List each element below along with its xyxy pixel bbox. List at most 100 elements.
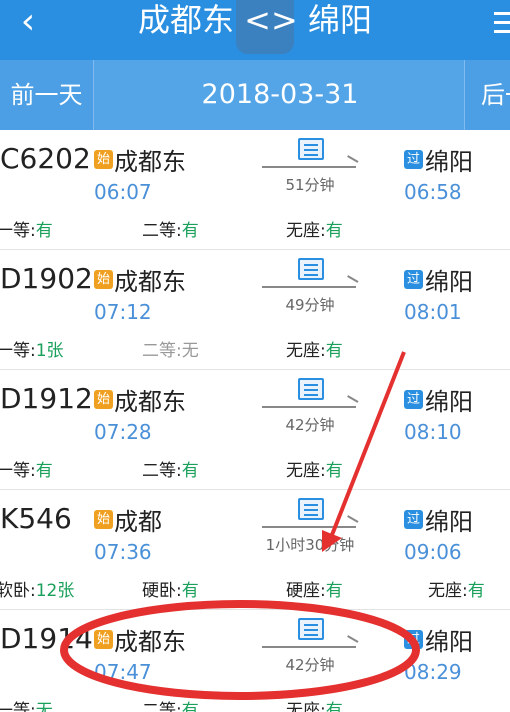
arrival-time: 08:10 bbox=[404, 420, 462, 444]
seat-availability: 二等:有 bbox=[142, 216, 199, 241]
trip-duration: 42分钟 bbox=[285, 416, 335, 434]
seat-availability: 软卧:12张 bbox=[0, 576, 74, 601]
seat-availability: 一等:无 bbox=[0, 696, 53, 712]
menu-button[interactable] bbox=[488, 6, 510, 36]
seat-count: 有 bbox=[181, 581, 199, 601]
seat-availability: 无座:有 bbox=[286, 456, 343, 481]
seat-count: 有 bbox=[35, 461, 53, 481]
seat-class-label: 软卧: bbox=[0, 581, 36, 601]
departure-station: 成都东 bbox=[114, 148, 186, 176]
arrival-time: 08:29 bbox=[404, 660, 462, 684]
origin-badge: 始 bbox=[94, 150, 113, 169]
origin-badge: 始 bbox=[94, 630, 113, 649]
date-bar: 前一天 2018-03-31 后一天 bbox=[0, 60, 510, 130]
origin-badge: 始 bbox=[94, 510, 113, 529]
date-selector[interactable]: 2018-03-31 bbox=[94, 60, 466, 130]
train-number: K546 bbox=[0, 502, 72, 535]
timetable-icon[interactable] bbox=[298, 498, 324, 520]
seat-count: 1张 bbox=[35, 341, 64, 361]
seat-class-label: 二等: bbox=[142, 701, 182, 712]
train-row[interactable]: C6202 始成都东 06:07 51分钟过绵阳 06:58 一等:有 二等:有 无座:有 bbox=[0, 130, 510, 250]
seat-class-label: 无座: bbox=[286, 701, 326, 712]
trip-duration: 42分钟 bbox=[285, 656, 335, 674]
timetable-icon[interactable] bbox=[298, 618, 324, 640]
pass-badge: 过 bbox=[404, 630, 423, 649]
seat-count: 有 bbox=[467, 581, 485, 601]
arrival-station: 绵阳 bbox=[425, 268, 473, 296]
seat-availability: 硬卧:有 bbox=[142, 576, 199, 601]
seat-availability: 二等:无 bbox=[142, 336, 199, 361]
arrow-right-icon bbox=[262, 406, 356, 408]
seat-class-label: 二等: bbox=[142, 341, 182, 361]
train-row[interactable]: D1914 始成都东 07:47 42分钟过绵阳 08:29 一等:无 二等:有 无座:有 bbox=[0, 610, 510, 712]
seat-availability: 无座:有 bbox=[286, 216, 343, 241]
origin-badge: 始 bbox=[94, 390, 113, 409]
pass-badge: 过 bbox=[404, 390, 423, 409]
prev-day-button[interactable]: 前一天 bbox=[0, 60, 94, 130]
seat-count: 有 bbox=[181, 461, 199, 481]
arrival-station: 绵阳 bbox=[425, 628, 473, 656]
seat-count: 12张 bbox=[35, 581, 75, 601]
seat-class-label: 无座: bbox=[428, 581, 468, 601]
seat-count: 有 bbox=[181, 221, 199, 241]
trip-duration: 1小时30分钟 bbox=[265, 536, 355, 554]
next-day-button[interactable]: 后一天 bbox=[464, 60, 510, 130]
arrival-time: 06:58 bbox=[404, 180, 462, 204]
pass-badge: 过 bbox=[404, 510, 423, 529]
pass-badge: 过 bbox=[404, 270, 423, 289]
departure-station: 成都东 bbox=[114, 388, 186, 416]
seat-availability: 一等:有 bbox=[0, 456, 53, 481]
train-row[interactable]: K546 始成都 07:36 1小时30分钟过绵阳 09:06 软卧:12张 硬卧:有 硬座:… bbox=[0, 490, 510, 610]
seat-availability: 无座:有 bbox=[428, 576, 485, 601]
seat-availability: 一等:有 bbox=[0, 216, 53, 241]
arrival-time: 09:06 bbox=[404, 540, 462, 564]
seat-availability: 无座:有 bbox=[286, 696, 343, 712]
arrow-right-icon bbox=[262, 286, 356, 288]
seat-count: 无 bbox=[35, 701, 53, 712]
chevron-left-icon: ‹ bbox=[20, 1, 36, 42]
seat-class-label: 二等: bbox=[142, 461, 182, 481]
train-number: D1914 bbox=[0, 622, 93, 655]
seat-class-label: 硬座: bbox=[286, 581, 326, 601]
arrival-station: 绵阳 bbox=[425, 388, 473, 416]
back-button[interactable]: ‹ bbox=[6, 0, 50, 60]
pass-badge: 过 bbox=[404, 150, 423, 169]
origin-badge: 始 bbox=[94, 270, 113, 289]
timetable-icon[interactable] bbox=[298, 378, 324, 400]
seat-class-label: 硬卧: bbox=[142, 581, 182, 601]
seat-class-label: 无座: bbox=[286, 221, 326, 241]
trip-duration: 49分钟 bbox=[285, 296, 335, 314]
train-number: C6202 bbox=[0, 142, 91, 175]
list-menu-icon-bar bbox=[494, 21, 510, 24]
arrow-right-icon bbox=[262, 646, 356, 648]
seat-class-label: 一等: bbox=[0, 701, 36, 712]
arrival-station: 绵阳 bbox=[425, 148, 473, 176]
top-bar: ‹ 成都东 <> 绵阳 bbox=[0, 0, 510, 60]
seat-availability: 二等:有 bbox=[142, 696, 199, 712]
departure-station: 成都东 bbox=[114, 268, 186, 296]
arrival-time: 08:01 bbox=[404, 300, 462, 324]
departure-time: 06:07 bbox=[94, 180, 152, 204]
train-list: C6202 始成都东 06:07 51分钟过绵阳 06:58 一等:有 二等:有 无座:有 D1… bbox=[0, 130, 510, 712]
train-row[interactable]: D1912 始成都东 07:28 42分钟过绵阳 08:10 一等:有 二等:有 无座:有 bbox=[0, 370, 510, 490]
timetable-icon[interactable] bbox=[298, 258, 324, 280]
arrow-right-icon bbox=[262, 166, 356, 168]
seat-count: 无 bbox=[181, 341, 199, 361]
seat-class-label: 无座: bbox=[286, 341, 326, 361]
arrow-right-icon bbox=[262, 526, 356, 528]
seat-class-label: 无座: bbox=[286, 461, 326, 481]
list-menu-icon-bar bbox=[494, 30, 510, 33]
departure-time: 07:36 bbox=[94, 540, 152, 564]
train-number: D1902 bbox=[0, 262, 93, 295]
seat-count: 有 bbox=[325, 701, 343, 712]
seat-count: 有 bbox=[325, 461, 343, 481]
train-row[interactable]: D1902 始成都东 07:12 49分钟 过绵阳 08:01 一等:1张 二等:无 无座:有 bbox=[0, 250, 510, 370]
departure-time: 07:28 bbox=[94, 420, 152, 444]
train-number: D1912 bbox=[0, 382, 93, 415]
timetable-icon[interactable] bbox=[298, 138, 324, 160]
departure-station: 成都东 bbox=[114, 628, 186, 656]
seat-count: 有 bbox=[325, 221, 343, 241]
seat-count: 有 bbox=[325, 581, 343, 601]
seat-class-label: 一等: bbox=[0, 461, 36, 481]
seat-count: 有 bbox=[35, 221, 53, 241]
